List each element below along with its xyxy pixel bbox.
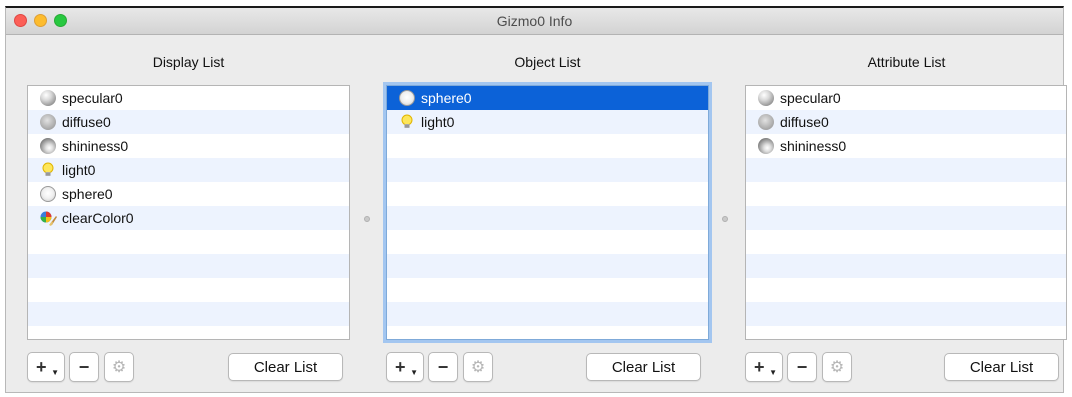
splitter-handle[interactable] — [364, 216, 370, 222]
add-menu-caret-icon[interactable]: ▼ — [51, 368, 59, 377]
display-list[interactable]: specular0 diffuse0 shininess0 light0 sph… — [27, 85, 350, 340]
display-list-toolbar: + ▼ − ⚙ Clear List — [27, 352, 350, 384]
gear-icon[interactable]: ⚙ — [463, 352, 493, 382]
sphere-icon — [40, 186, 56, 202]
add-button[interactable]: + ▼ — [386, 352, 424, 382]
light-bulb-icon — [399, 114, 415, 130]
diffuse-sphere-icon — [40, 114, 56, 130]
clear-list-button[interactable]: Clear List — [586, 353, 701, 381]
window-title: Gizmo0 Info — [496, 13, 573, 29]
list-item-label: specular0 — [62, 90, 123, 106]
shininess-sphere-icon — [758, 138, 774, 154]
gear-icon[interactable]: ⚙ — [822, 352, 852, 382]
shininess-sphere-icon — [40, 138, 56, 154]
list-item[interactable]: diffuse0 — [746, 110, 1066, 134]
info-window: Gizmo0 Info Display List specular0 diffu… — [5, 6, 1067, 393]
list-item-label: shininess0 — [780, 138, 847, 154]
list-item[interactable]: sphere0 — [28, 182, 349, 206]
light-bulb-icon — [40, 162, 56, 178]
list-item[interactable]: clearColor0 — [28, 206, 349, 230]
sphere-icon — [399, 90, 415, 106]
clear-list-button[interactable]: Clear List — [944, 353, 1059, 381]
clear-list-button[interactable]: Clear List — [228, 353, 343, 381]
add-menu-caret-icon[interactable]: ▼ — [410, 368, 418, 377]
specular-sphere-icon — [40, 90, 56, 106]
diffuse-sphere-icon — [758, 114, 774, 130]
list-item[interactable]: specular0 — [28, 86, 349, 110]
clear-color-icon — [40, 210, 57, 226]
list-item[interactable]: shininess0 — [28, 134, 349, 158]
list-item-label: sphere0 — [421, 90, 472, 106]
list-item-label: light0 — [421, 114, 455, 130]
attribute-list-toolbar: + ▼ − ⚙ Clear List — [745, 352, 1068, 384]
object-list-toolbar: + ▼ − ⚙ Clear List — [386, 352, 709, 384]
add-button[interactable]: + ▼ — [745, 352, 783, 382]
object-list[interactable]: sphere0 light0 — [386, 85, 709, 340]
list-item-label: sphere0 — [62, 186, 113, 202]
remove-button[interactable]: − — [69, 352, 99, 382]
display-list-label: Display List — [152, 54, 225, 70]
splitter-handle[interactable] — [722, 216, 728, 222]
add-menu-caret-icon[interactable]: ▼ — [769, 368, 777, 377]
object-list-label: Object List — [514, 54, 581, 70]
add-button[interactable]: + ▼ — [27, 352, 65, 382]
attribute-list-label: Attribute List — [867, 54, 946, 70]
list-item[interactable]: light0 — [28, 158, 349, 182]
list-item[interactable]: diffuse0 — [28, 110, 349, 134]
list-item[interactable]: light0 — [387, 110, 708, 134]
title-bar: Gizmo0 Info — [6, 8, 1063, 35]
list-item-label: specular0 — [780, 90, 841, 106]
list-item-label: diffuse0 — [62, 114, 111, 130]
list-item[interactable]: specular0 — [746, 86, 1066, 110]
list-item[interactable]: shininess0 — [746, 134, 1066, 158]
list-item-label: diffuse0 — [780, 114, 829, 130]
attribute-list[interactable]: specular0 diffuse0 shininess0 — [745, 85, 1067, 340]
list-item-label: shininess0 — [62, 138, 129, 154]
gear-icon[interactable]: ⚙ — [104, 352, 134, 382]
specular-sphere-icon — [758, 90, 774, 106]
remove-button[interactable]: − — [787, 352, 817, 382]
remove-button[interactable]: − — [428, 352, 458, 382]
list-item-label: clearColor0 — [62, 210, 134, 226]
list-item-label: light0 — [62, 162, 96, 178]
list-item-selected[interactable]: sphere0 — [387, 86, 708, 110]
